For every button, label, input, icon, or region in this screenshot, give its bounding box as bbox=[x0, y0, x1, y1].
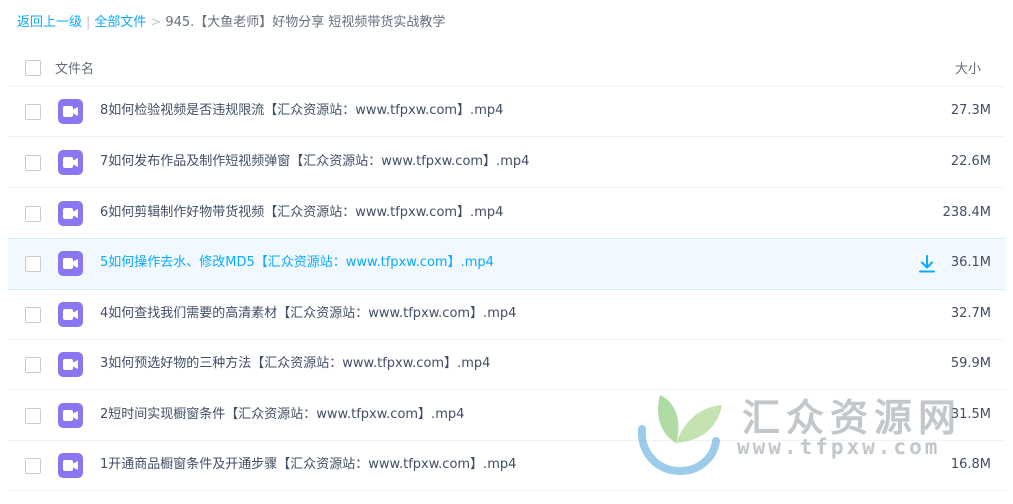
video-file-icon bbox=[58, 251, 83, 276]
file-name[interactable]: 3如何预选好物的三种方法【汇众资源站：www.tfpxw.com】.mp4 bbox=[100, 355, 490, 373]
row-checkbox[interactable] bbox=[25, 206, 41, 222]
file-name[interactable]: 5如何操作去水、修改MD5【汇众资源站：www.tfpxw.com】.mp4 bbox=[100, 254, 494, 272]
back-link[interactable]: 返回上一级 bbox=[17, 15, 82, 30]
row-checkbox[interactable] bbox=[25, 357, 41, 373]
file-name[interactable]: 2短时间实现橱窗条件【汇众资源站：www.tfpxw.com】.mp4 bbox=[100, 406, 464, 424]
file-name[interactable]: 4如何查找我们需要的高清素材【汇众资源站：www.tfpxw.com】.mp4 bbox=[100, 305, 516, 323]
select-all-checkbox[interactable] bbox=[25, 60, 41, 76]
column-header-name[interactable]: 文件名 bbox=[55, 58, 94, 77]
video-file-icon bbox=[58, 150, 83, 175]
file-name[interactable]: 1开通商品橱窗条件及开通步骤【汇众资源站：www.tfpxw.com】.mp4 bbox=[100, 456, 516, 474]
table-row[interactable]: 4如何查找我们需要的高清素材【汇众资源站：www.tfpxw.com】.mp4 … bbox=[8, 290, 1005, 340]
video-file-icon bbox=[58, 352, 83, 377]
table-row[interactable]: 7如何发布作品及制作短视频弹窗【汇众资源站：www.tfpxw.com】.mp4… bbox=[8, 138, 1005, 188]
row-checkbox[interactable] bbox=[25, 104, 41, 120]
all-files-link[interactable]: 全部文件 bbox=[94, 15, 146, 30]
row-checkbox[interactable] bbox=[25, 307, 41, 323]
file-size: 22.6M bbox=[950, 154, 991, 169]
table-row[interactable]: 3如何预选好物的三种方法【汇众资源站：www.tfpxw.com】.mp4 59… bbox=[8, 340, 1005, 390]
video-file-icon bbox=[58, 302, 83, 327]
video-file-icon bbox=[58, 453, 83, 478]
row-checkbox[interactable] bbox=[25, 256, 41, 272]
breadcrumb-current-folder: 945.【大鱼老师】好物分享 短视频带货实战教学 bbox=[165, 15, 446, 30]
file-name[interactable]: 6如何剪辑制作好物带货视频【汇众资源站：www.tfpxw.com】.mp4 bbox=[100, 204, 503, 222]
video-file-icon bbox=[58, 201, 83, 226]
table-row[interactable]: 1开通商品橱窗条件及开通步骤【汇众资源站：www.tfpxw.com】.mp4 … bbox=[8, 441, 1005, 491]
file-size: 16.8M bbox=[950, 457, 991, 472]
file-size: 238.4M bbox=[942, 205, 991, 220]
table-row[interactable]: 6如何剪辑制作好物带货视频【汇众资源站：www.tfpxw.com】.mp4 2… bbox=[8, 189, 1005, 239]
download-icon[interactable] bbox=[917, 254, 937, 274]
breadcrumb-separator-arrow: > bbox=[150, 15, 162, 30]
row-checkbox[interactable] bbox=[25, 155, 41, 171]
table-header: 文件名 大小 bbox=[8, 50, 1005, 87]
file-size: 36.1M bbox=[950, 255, 991, 270]
file-name[interactable]: 7如何发布作品及制作短视频弹窗【汇众资源站：www.tfpxw.com】.mp4 bbox=[100, 153, 529, 171]
file-name[interactable]: 8如何检验视频是否违规限流【汇众资源站：www.tfpxw.com】.mp4 bbox=[100, 102, 503, 120]
table-row-hovered[interactable]: 5如何操作去水、修改MD5【汇众资源站：www.tfpxw.com】.mp4 3… bbox=[8, 238, 1005, 290]
file-size: 27.3M bbox=[950, 103, 991, 118]
video-file-icon bbox=[58, 99, 83, 124]
column-header-size[interactable]: 大小 bbox=[955, 58, 981, 77]
row-checkbox[interactable] bbox=[25, 458, 41, 474]
breadcrumb-separator-bar: | bbox=[86, 15, 91, 30]
table-row[interactable]: 2短时间实现橱窗条件【汇众资源站：www.tfpxw.com】.mp4 31.5… bbox=[8, 391, 1005, 441]
file-size: 31.5M bbox=[950, 407, 991, 422]
video-file-icon bbox=[58, 403, 83, 428]
row-checkbox[interactable] bbox=[25, 408, 41, 424]
breadcrumb: 返回上一级 | 全部文件 >945.【大鱼老师】好物分享 短视频带货实战教学 bbox=[17, 14, 445, 32]
file-size: 32.7M bbox=[950, 306, 991, 321]
table-row[interactable]: 8如何检验视频是否违规限流【汇众资源站：www.tfpxw.com】.mp4 2… bbox=[8, 87, 1005, 137]
file-size: 59.9M bbox=[950, 356, 991, 371]
